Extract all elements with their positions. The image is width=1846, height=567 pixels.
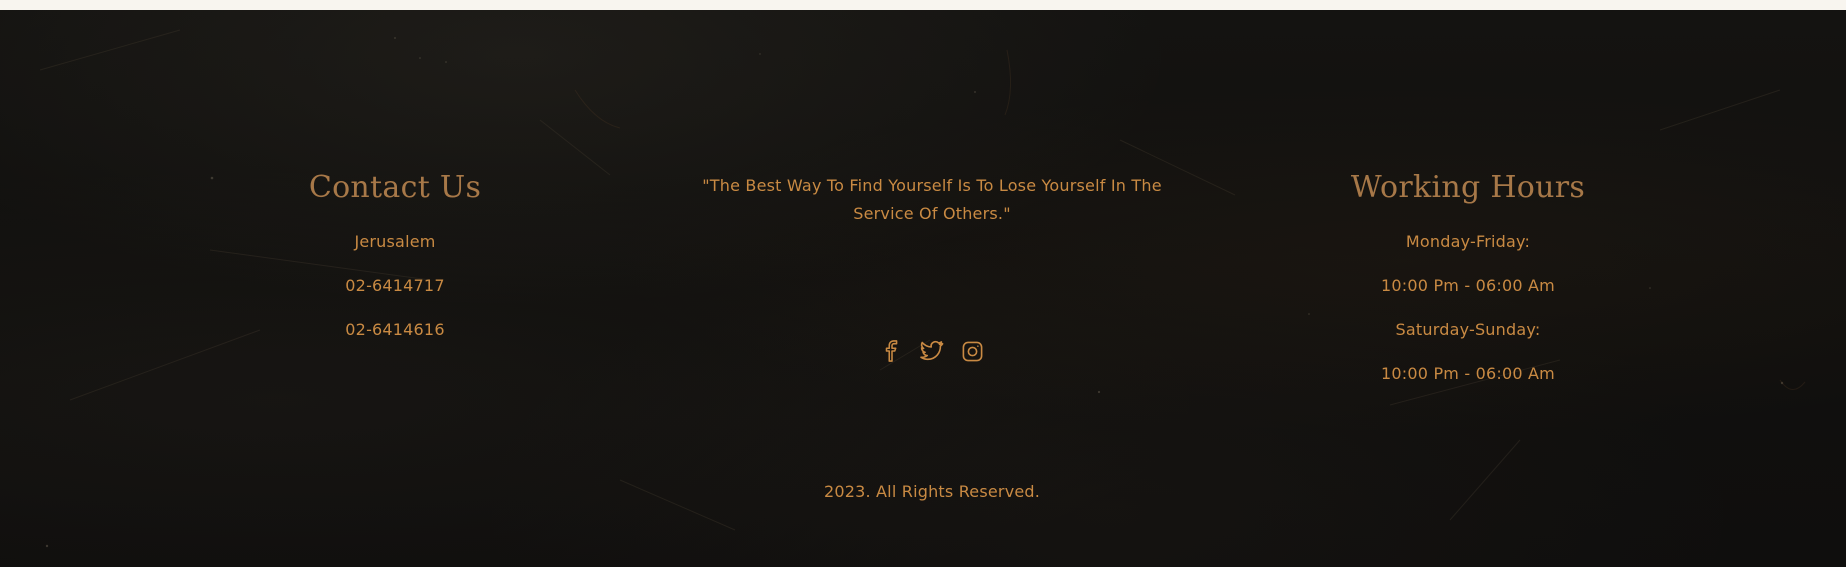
copyright-text: 2023. All Rights Reserved. [823,482,1041,501]
contact-us-title: Contact Us [308,170,482,205]
weekend-hours: 10:00 Pm - 06:00 Am [1381,364,1555,383]
instagram-icon [961,340,984,367]
facebook-icon [881,340,903,366]
top-page-strip [0,0,1846,10]
site-footer: Contact Us Jerusalem 02-6414717 02-64146… [0,10,1846,567]
twitter-icon [920,339,944,367]
contact-city: Jerusalem [354,232,436,251]
contact-phone-2: 02-6414616 [345,320,445,339]
working-hours-title: Working Hours [1350,170,1586,205]
footer-quote: "The Best Way To Find Yourself Is To Los… [702,176,1162,223]
contact-phone-1: 02-6414717 [345,276,445,295]
weekday-label: Monday-Friday: [1405,232,1531,251]
weekend-label: Saturday-Sunday: [1395,320,1541,339]
instagram-link[interactable] [959,340,985,366]
weekday-hours: 10:00 Pm - 06:00 Am [1381,276,1555,295]
facebook-link[interactable] [879,340,905,366]
social-links [879,340,985,366]
twitter-link[interactable] [919,340,945,366]
